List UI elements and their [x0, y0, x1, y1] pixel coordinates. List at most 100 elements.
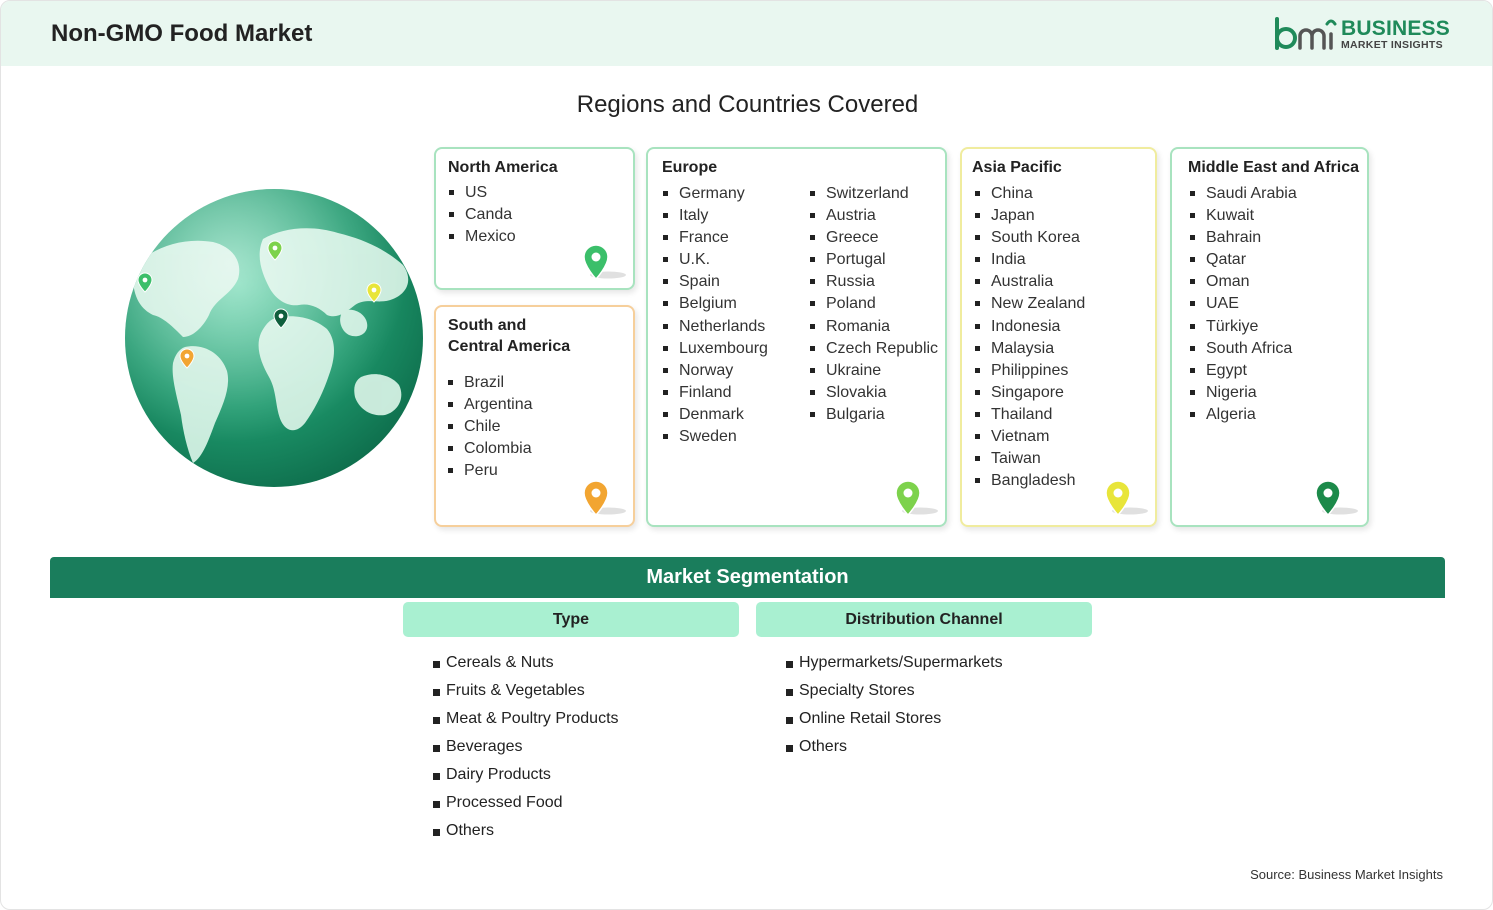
segment-heading-type: Type — [403, 602, 739, 637]
list-item: Germany — [662, 183, 768, 205]
region-title: South and Central America — [448, 315, 570, 357]
list-item: Hypermarkets/Supermarkets — [786, 649, 1003, 677]
list-item: Denmark — [662, 404, 768, 426]
regions-title: Regions and Countries Covered — [576, 91, 919, 118]
globe-icon — [125, 189, 423, 487]
map-pin-icon — [583, 480, 626, 517]
list-item: Japan — [974, 205, 1085, 227]
list-item: New Zealand — [974, 293, 1085, 315]
list-item: UAE — [1189, 293, 1297, 315]
list-item: Saudi Arabia — [1189, 183, 1297, 205]
list-item: US — [448, 182, 516, 204]
list-item: France — [662, 227, 768, 249]
country-list-col2: Switzerland Austria Greece Portugal Russia Po… — [809, 183, 938, 426]
list-item: Singapore — [974, 382, 1085, 404]
list-item: Others — [433, 817, 619, 845]
market-segmentation-title: Market Segmentation — [646, 566, 849, 588]
list-item: Portugal — [809, 249, 938, 271]
segment-list-distribution-channel: Hypermarkets/Supermarkets Specialty Store… — [786, 649, 1003, 761]
region-card-north-america: North America US Canda Mexico — [434, 147, 635, 290]
list-item: Poland — [809, 293, 938, 315]
list-item: Greece — [809, 227, 938, 249]
region-title: Asia Pacific — [972, 159, 1062, 176]
source-note: Source: Business Market Insights — [1250, 867, 1443, 882]
list-item: Russia — [809, 271, 938, 293]
bmi-logo-icon — [1275, 17, 1337, 50]
list-item: Malaysia — [974, 338, 1085, 360]
list-item: Netherlands — [662, 316, 768, 338]
list-item: Taiwan — [974, 448, 1085, 470]
list-item: Processed Food — [433, 789, 619, 817]
list-item: Meat & Poultry Products — [433, 705, 619, 733]
map-pin-icon — [1315, 480, 1358, 517]
list-item: Ukraine — [809, 360, 938, 382]
list-item: Dairy Products — [433, 761, 619, 789]
region-card-europe: Europe Germany Italy France U.K. Spain Belgiu… — [646, 147, 947, 527]
region-title-line1: South and — [448, 317, 527, 334]
list-item: Argentina — [447, 394, 533, 416]
list-item: Czech Republic — [809, 338, 938, 360]
map-pin-icon — [895, 480, 938, 517]
list-item: Bahrain — [1189, 227, 1297, 249]
list-item: Others — [786, 733, 1003, 761]
region-card-asia-pacific: Asia Pacific China Japan South Korea India A… — [960, 147, 1157, 527]
list-item: South Africa — [1189, 338, 1297, 360]
region-card-south-central-america: South and Central America Brazil Argentin… — [434, 305, 635, 527]
list-item: India — [974, 249, 1085, 271]
map-pin-icon — [1105, 480, 1148, 517]
country-list: Brazil Argentina Chile Colombia Peru — [447, 372, 533, 482]
region-title: Middle East and Africa — [1188, 159, 1359, 176]
list-item: South Korea — [974, 227, 1085, 249]
segment-heading-distribution-channel: Distribution Channel — [756, 602, 1092, 637]
list-item: Luxembourg — [662, 338, 768, 360]
list-item: Norway — [662, 360, 768, 382]
list-item: Thailand — [974, 404, 1085, 426]
country-list-col1: Germany Italy France U.K. Spain Belgium Nether… — [662, 183, 768, 448]
header-bar: Non-GMO Food Market BUSINESS MARKET INSI… — [1, 1, 1492, 66]
map-pin-icon — [583, 244, 626, 281]
list-item: Belgium — [662, 293, 768, 315]
list-item: China — [974, 183, 1085, 205]
list-item: Austria — [809, 205, 938, 227]
segment-list-type: Cereals & Nuts Fruits & Vegetables Meat & … — [433, 649, 619, 845]
list-item: Kuwait — [1189, 205, 1297, 227]
country-list: Saudi Arabia Kuwait Bahrain Qatar Oman UAE Tür… — [1189, 183, 1297, 426]
list-item: Bulgaria — [809, 404, 938, 426]
list-item: Brazil — [447, 372, 533, 394]
list-item: Online Retail Stores — [786, 705, 1003, 733]
list-item: Italy — [662, 205, 768, 227]
list-item: Slovakia — [809, 382, 938, 404]
list-item: Mexico — [448, 226, 516, 248]
list-item: Cereals & Nuts — [433, 649, 619, 677]
list-item: Spain — [662, 271, 768, 293]
list-item: Egypt — [1189, 360, 1297, 382]
list-item: Romania — [809, 316, 938, 338]
list-item: Peru — [447, 460, 533, 482]
list-item: Chile — [447, 416, 533, 438]
region-title-line2: Central America — [448, 338, 571, 355]
list-item: Sweden — [662, 426, 768, 448]
region-card-middle-east-africa: Middle East and Africa Saudi Arabia Kuwai… — [1170, 147, 1369, 527]
list-item: Qatar — [1189, 249, 1297, 271]
list-item: Finland — [662, 382, 768, 404]
list-item: Colombia — [447, 438, 533, 460]
list-item: Nigeria — [1189, 382, 1297, 404]
country-list: China Japan South Korea India Australia New Z… — [974, 183, 1085, 492]
list-item: Canda — [448, 204, 516, 226]
logo-text-market-insights: MARKET INSIGHTS — [1341, 39, 1443, 51]
list-item: Switzerland — [809, 183, 938, 205]
list-item: Fruits & Vegetables — [433, 677, 619, 705]
list-item: U.K. — [662, 249, 768, 271]
infographic-frame: Non-GMO Food Market BUSINESS MARKET INSI… — [0, 0, 1493, 910]
list-item: Philippines — [974, 360, 1085, 382]
list-item: Türkiye — [1189, 316, 1297, 338]
company-logo: BUSINESS MARKET INSIGHTS — [1273, 16, 1450, 54]
logo-text-business: BUSINESS — [1341, 17, 1450, 40]
list-item: Algeria — [1189, 404, 1297, 426]
region-title: North America — [448, 159, 558, 176]
list-item: Indonesia — [974, 316, 1085, 338]
list-item: Oman — [1189, 271, 1297, 293]
country-list: US Canda Mexico — [448, 182, 516, 248]
region-title: Europe — [662, 159, 718, 176]
list-item: Bangladesh — [974, 470, 1085, 492]
